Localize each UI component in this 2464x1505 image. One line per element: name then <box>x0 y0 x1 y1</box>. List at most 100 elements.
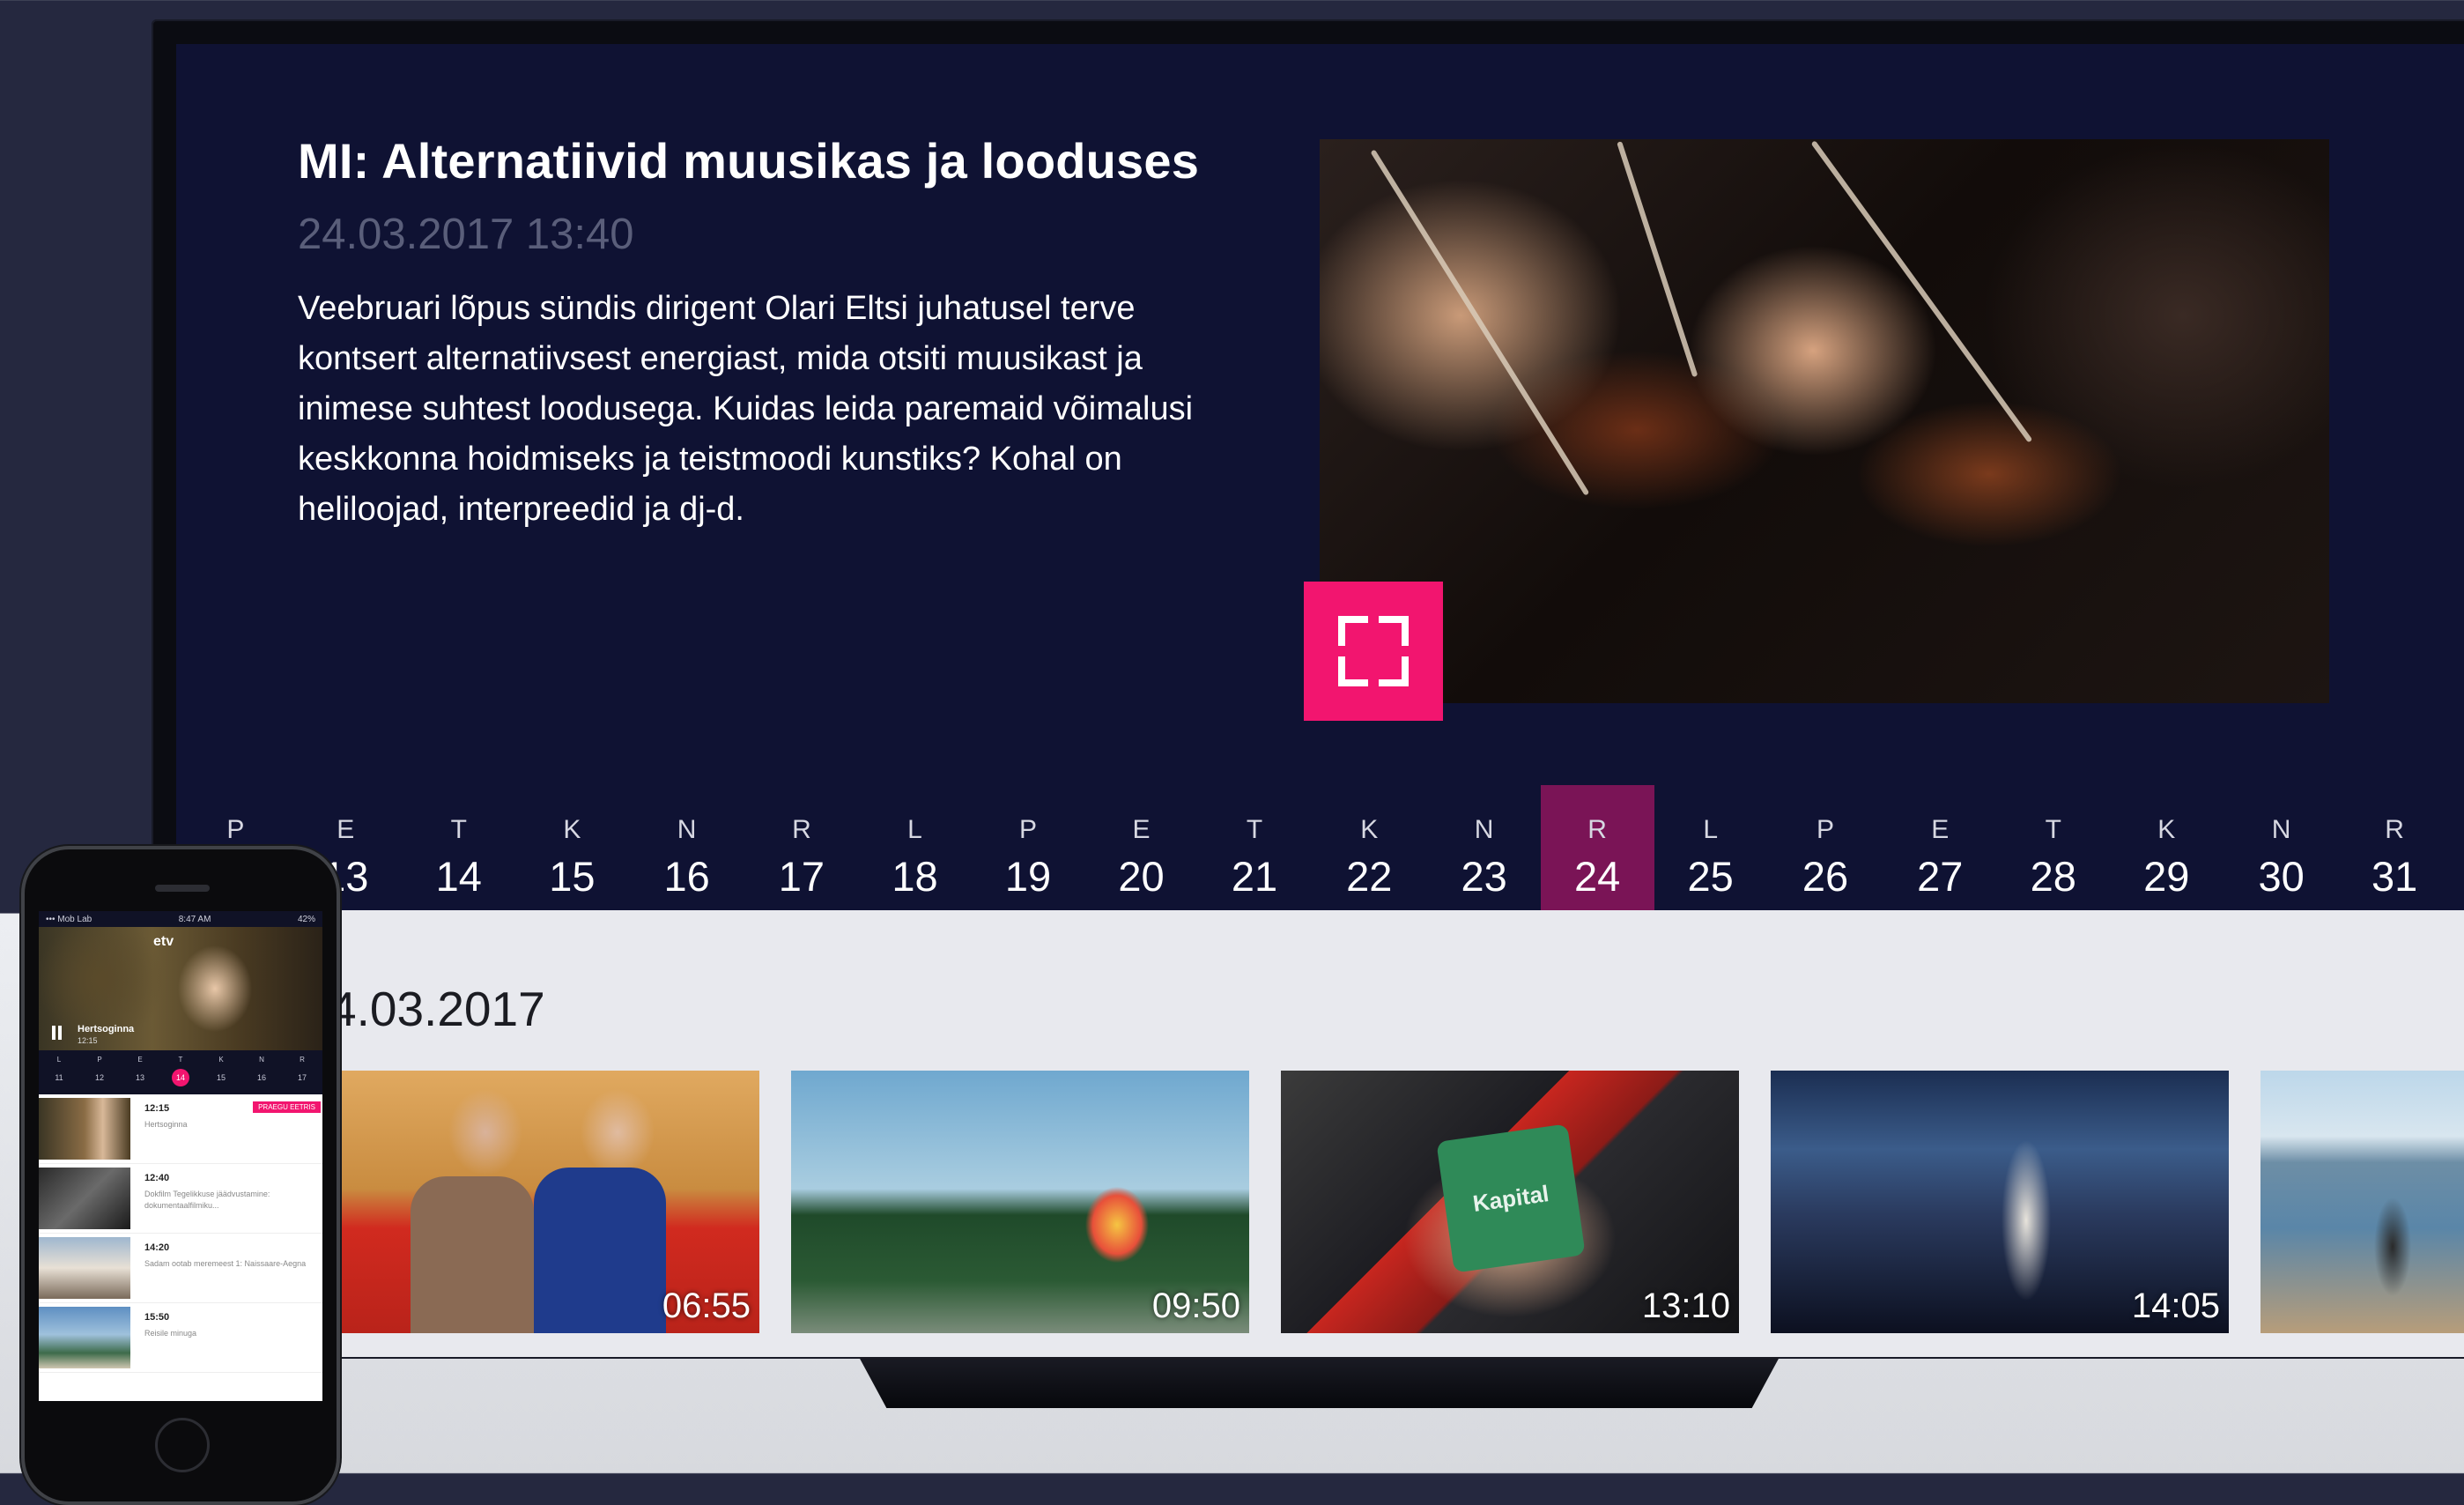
phone-date-item[interactable]: R 17 <box>282 1050 322 1086</box>
date-item-27[interactable]: E 27 <box>1883 785 1997 910</box>
phone-date-item[interactable]: L 11 <box>39 1050 79 1086</box>
card-time: 14:05 <box>2131 1286 2220 1325</box>
day-number: 29 <box>2143 853 2190 900</box>
program-name: Hertsoginna <box>144 1120 188 1129</box>
program-thumbnail <box>39 1307 130 1368</box>
program-name: Sadam ootab meremeest 1: Naissaare-Aegna <box>144 1259 307 1268</box>
program-card[interactable]: 14:05 <box>1771 1071 2229 1333</box>
date-item-18[interactable]: L 18 <box>858 785 972 910</box>
phone-date-item[interactable]: N 16 <box>241 1050 282 1086</box>
program-thumbnail <box>39 1168 130 1229</box>
day-number: 13 <box>135 1073 144 1082</box>
program-time: 12:40 <box>144 1173 170 1183</box>
date-item-14[interactable]: T 14 <box>402 785 515 910</box>
weekday-label: L <box>56 1056 62 1064</box>
weekday-label: N <box>677 815 697 844</box>
weekday-label: T <box>178 1056 183 1064</box>
day-number: 28 <box>2030 853 2076 900</box>
card-figure <box>411 1176 534 1333</box>
date-selector: P E 13 T 14 K 15 N 16 R 17 L 18 P 19 E 20 T 21 K 22 N 23 R 24 L 25… <box>176 785 2464 910</box>
date-item-25[interactable]: L 25 <box>1654 785 1767 910</box>
program-name: Reisile minuga <box>144 1329 197 1338</box>
day-number: 22 <box>1346 853 1393 900</box>
day-number: 16 <box>663 853 710 900</box>
weekday-label: K <box>218 1056 224 1064</box>
phone-status-bar: ••• Mob Lab 8:47 AM 42% <box>39 911 322 927</box>
weekday-label: E <box>337 815 355 844</box>
weekday-label: T <box>1246 815 1263 844</box>
phone-video-player[interactable]: etv Hertsoginna 12:15 <box>39 927 322 1050</box>
day-number: 20 <box>1118 853 1165 900</box>
pause-icon[interactable] <box>51 1026 63 1040</box>
date-item-17[interactable]: R 17 <box>744 785 858 910</box>
phone-list-item[interactable]: 15:50 Reisile minuga <box>39 1303 322 1373</box>
day-number: 27 <box>1917 853 1964 900</box>
phone-program-list: 12:15 Hertsoginna PRAEGU EETRIS 12:40 Dokfil… <box>39 1094 322 1373</box>
weekday-label: L <box>1703 815 1718 844</box>
weekday-label: P <box>97 1056 102 1064</box>
program-thumbnail <box>39 1237 130 1299</box>
day-number: 21 <box>1231 853 1278 900</box>
weekday-label: R <box>1587 815 1607 844</box>
phone-list-item[interactable]: 14:20 Sadam ootab meremeest 1: Naissaare-… <box>39 1234 322 1303</box>
date-item-22[interactable]: K 22 <box>1313 785 1426 910</box>
day-number: 16 <box>256 1073 266 1082</box>
weekday-label: K <box>2157 815 2176 844</box>
day-number: 15 <box>216 1073 226 1082</box>
date-item-21[interactable]: T 21 <box>1198 785 1312 910</box>
weekday-label: E <box>137 1056 143 1064</box>
program-card[interactable] <box>2261 1071 2464 1333</box>
date-item-30[interactable]: N 30 <box>2224 785 2338 910</box>
weekday-label: R <box>792 815 811 844</box>
card-figure <box>534 1168 666 1333</box>
phone-video-time: 12:15 <box>78 1036 98 1045</box>
date-item-26[interactable]: P 26 <box>1768 785 1882 910</box>
phone-date-item[interactable]: P 12 <box>79 1050 120 1086</box>
weekday-label: P <box>1018 815 1037 844</box>
program-datetime: 24.03.2017 13:40 <box>298 211 634 258</box>
program-time: 15:50 <box>144 1312 170 1323</box>
program-card[interactable]: 09:50 <box>791 1071 1249 1333</box>
date-item-23[interactable]: N 23 <box>1427 785 1541 910</box>
day-number: 17 <box>297 1073 307 1082</box>
program-image <box>1320 139 2329 703</box>
phone-list-item[interactable]: 12:15 Hertsoginna PRAEGU EETRIS <box>39 1094 322 1164</box>
phone-speaker <box>155 885 210 892</box>
home-button[interactable] <box>155 1418 210 1472</box>
weekday-label: T <box>450 815 467 844</box>
phone-date-item[interactable]: K 15 <box>201 1050 241 1086</box>
day-number: 24 <box>1574 853 1621 900</box>
product-mockup: MI: Alternatiivid muusikas ja looduses 2… <box>0 0 2464 1505</box>
date-item-24[interactable]: R 24 <box>1540 785 1654 910</box>
phone-list-item[interactable]: 12:40 Dokfilm Tegelikkuse jäädvustamine: … <box>39 1164 322 1234</box>
day-number: 11 <box>55 1073 63 1082</box>
date-item-28[interactable]: T 28 <box>1996 785 2110 910</box>
program-card[interactable]: 06:55 <box>331 1071 759 1333</box>
day-number: 25 <box>1687 853 1734 900</box>
phone-date-item[interactable]: T 14 <box>160 1050 201 1086</box>
date-item-20[interactable]: E 20 <box>1084 785 1198 910</box>
schedule-date: 4.03.2017 <box>329 982 545 1036</box>
program-card[interactable]: Kapital 13:10 <box>1281 1071 1739 1333</box>
program-description: Veebruari lõpus sündis dirigent Olari El… <box>298 290 1194 528</box>
weekday-label: R <box>2385 815 2404 844</box>
day-number: 26 <box>1802 853 1849 900</box>
card-box-label: Kapital <box>1436 1123 1586 1273</box>
date-item-31[interactable]: R 31 <box>2338 785 2452 910</box>
weekday-label: E <box>1132 815 1151 844</box>
weekday-label: T <box>2045 815 2061 844</box>
weekday-label: R <box>300 1056 305 1064</box>
phone-screen: ••• Mob Lab 8:47 AM 42% etv Hertsoginna … <box>39 911 322 1401</box>
fullscreen-button[interactable] <box>1304 582 1443 721</box>
date-item-19[interactable]: P 19 <box>971 785 1084 910</box>
program-title: MI: Alternatiivid muusikas ja looduses <box>298 133 1200 189</box>
day-number: 31 <box>2372 853 2418 900</box>
phone-date-item[interactable]: E 13 <box>120 1050 160 1086</box>
live-badge: PRAEGU EETRIS <box>253 1101 321 1113</box>
date-item-15[interactable]: K 15 <box>515 785 629 910</box>
date-item-29[interactable]: K 29 <box>2110 785 2224 910</box>
date-item-16[interactable]: N 16 <box>630 785 744 910</box>
weekday-label: N <box>259 1056 264 1064</box>
tv-stand <box>859 1357 1780 1408</box>
schedule-panel: 4.03.2017 06:55 09:50 Kapital 13:10 14:0… <box>176 910 2464 1357</box>
